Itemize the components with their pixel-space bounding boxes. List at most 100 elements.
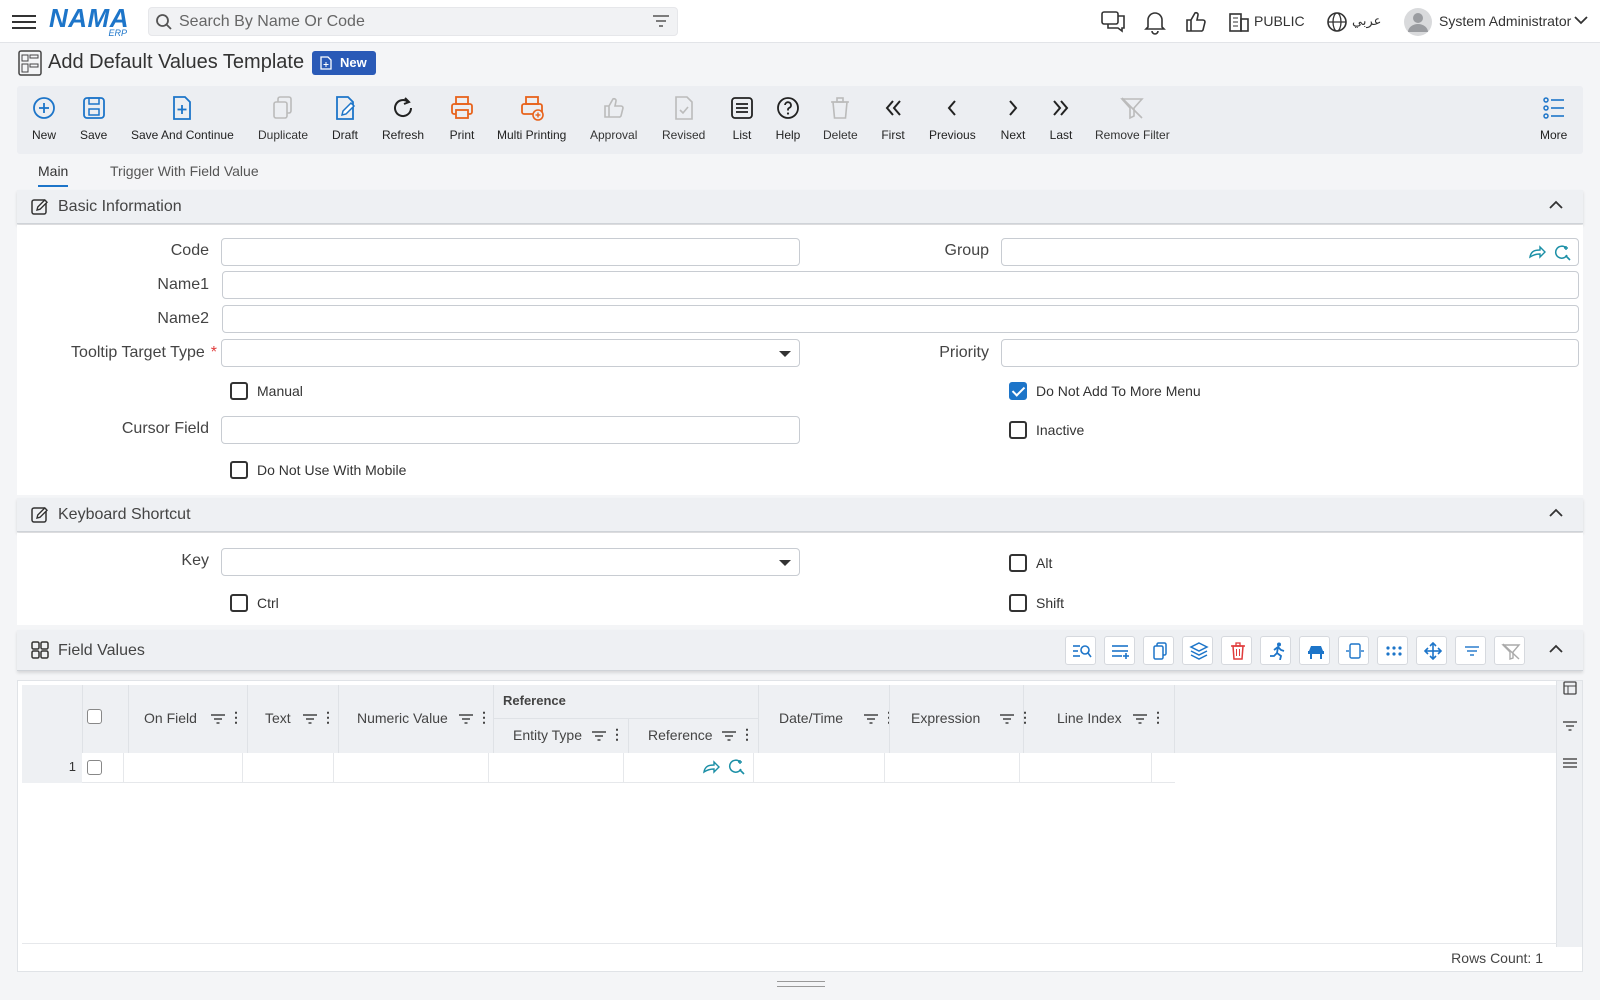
last-record-button[interactable]: Last [1048, 94, 1074, 142]
new-button[interactable]: New [31, 94, 57, 142]
user-name[interactable]: System Administrator [1439, 13, 1571, 29]
group-field[interactable] [1001, 238, 1579, 266]
search-lookup-icon[interactable] [728, 758, 746, 776]
globe-icon[interactable] [1324, 9, 1350, 35]
ctrl-checkbox[interactable]: Ctrl [230, 594, 279, 612]
open-link-icon[interactable] [1528, 245, 1546, 259]
next-record-button[interactable]: Next [1000, 94, 1026, 142]
code-field[interactable] [221, 238, 800, 266]
chevron-down-icon[interactable] [1574, 15, 1588, 25]
shift-checkbox-box[interactable] [1009, 594, 1027, 612]
group-input[interactable] [1002, 239, 1502, 265]
save-button[interactable]: Save [80, 94, 107, 142]
copy-row-button[interactable] [1143, 636, 1174, 665]
resize-handle[interactable] [777, 981, 825, 987]
column-header-expression[interactable]: Expression [911, 710, 980, 726]
column-filter-icon[interactable] [864, 713, 878, 725]
column-filter-icon[interactable] [592, 730, 606, 742]
do-not-use-with-mobile-box[interactable] [230, 461, 248, 479]
search-rows-button[interactable] [1065, 636, 1096, 665]
cell-on-field[interactable] [124, 753, 243, 783]
manual-checkbox[interactable]: Manual [230, 382, 303, 400]
shift-checkbox[interactable]: Shift [1009, 594, 1064, 612]
hamburger-menu-icon[interactable] [12, 11, 36, 31]
notifications-bell-icon[interactable] [1142, 9, 1168, 35]
draft-button[interactable]: Draft [332, 94, 358, 142]
column-filter-icon[interactable] [459, 713, 473, 725]
manual-checkbox-box[interactable] [230, 382, 248, 400]
desk-view-button[interactable] [1299, 636, 1330, 665]
cursor-field[interactable] [221, 416, 800, 444]
more-button[interactable]: More [1540, 94, 1567, 142]
name1-field[interactable] [222, 271, 1579, 299]
code-input[interactable] [222, 239, 799, 265]
filter-icon[interactable] [1563, 720, 1577, 732]
column-header-line-index[interactable]: Line Index [1057, 710, 1122, 726]
delete-row-button[interactable] [1221, 636, 1252, 665]
column-menu-icon[interactable]: ⋮ [229, 709, 243, 726]
dropdown-arrow-icon[interactable] [779, 351, 791, 357]
cell-date-time[interactable] [754, 753, 885, 783]
duplicate-button[interactable]: Duplicate [258, 94, 308, 142]
cell-line-index[interactable] [1020, 753, 1152, 783]
branch-selector[interactable]: PUBLIC [1254, 13, 1305, 29]
delete-button[interactable]: Delete [823, 94, 858, 142]
select-all-checkbox[interactable] [87, 709, 102, 724]
cell-text[interactable] [243, 753, 334, 783]
columns-icon[interactable] [1563, 681, 1577, 695]
row-select-cell[interactable] [82, 753, 124, 783]
dropdown-arrow-icon[interactable] [779, 560, 791, 566]
column-header-entity-type[interactable]: Entity Type [513, 727, 582, 743]
cell-entity-type[interactable] [489, 753, 624, 783]
search-input[interactable] [179, 12, 639, 32]
save-and-continue-button[interactable]: Save And Continue [131, 94, 234, 142]
name2-input[interactable] [223, 306, 1578, 332]
grid-dots-button[interactable] [1377, 636, 1408, 665]
inactive-checkbox-box[interactable] [1009, 421, 1027, 439]
alt-checkbox[interactable]: Alt [1009, 554, 1052, 572]
column-filter-icon[interactable] [722, 730, 736, 742]
column-menu-icon[interactable]: ⋮ [477, 709, 491, 726]
column-menu-icon[interactable]: ⋮ [1018, 709, 1032, 726]
chevron-up-icon[interactable] [1549, 508, 1563, 518]
priority-field[interactable] [1001, 339, 1579, 367]
do-not-add-to-more-menu-box[interactable] [1009, 382, 1027, 400]
column-filter-icon[interactable] [1000, 713, 1014, 725]
multi-printing-button[interactable]: Multi Printing [497, 94, 566, 142]
column-header-on-field[interactable]: On Field [144, 710, 197, 726]
remove-filter-button[interactable]: Remove Filter [1095, 94, 1170, 142]
column-menu-icon[interactable]: ⋮ [610, 726, 624, 743]
alt-checkbox-box[interactable] [1009, 554, 1027, 572]
keyboard-shortcut-header[interactable]: Keyboard Shortcut [17, 498, 1583, 532]
basic-information-header[interactable]: Basic Information [17, 190, 1583, 224]
list-button[interactable]: List [729, 94, 755, 142]
run-action-button[interactable] [1260, 636, 1291, 665]
chat-icon[interactable] [1100, 9, 1126, 35]
logo[interactable]: NAMA ERP [49, 5, 131, 38]
revised-button[interactable]: Revised [662, 94, 705, 142]
do-not-use-with-mobile-checkbox[interactable]: Do Not Use With Mobile [230, 461, 406, 479]
do-not-add-to-more-menu-checkbox[interactable]: Do Not Add To More Menu [1009, 382, 1201, 400]
tooltip-target-type-input[interactable] [222, 340, 799, 366]
column-filter-icon[interactable] [1133, 713, 1147, 725]
column-header-reference[interactable]: Reference [648, 727, 713, 743]
move-button[interactable] [1416, 636, 1447, 665]
user-avatar-icon[interactable] [1403, 7, 1433, 37]
ctrl-checkbox-box[interactable] [230, 594, 248, 612]
column-menu-icon[interactable]: ⋮ [1151, 709, 1165, 726]
column-header-date-time[interactable]: Date/Time [779, 710, 843, 726]
approval-button[interactable]: Approval [590, 94, 637, 142]
previous-record-button[interactable]: Previous [929, 94, 976, 142]
chevron-up-icon[interactable] [1549, 644, 1563, 654]
search-lookup-icon[interactable] [1554, 244, 1572, 262]
first-record-button[interactable]: First [880, 94, 906, 142]
name1-input[interactable] [223, 272, 1578, 298]
thumbs-up-icon[interactable] [1183, 9, 1209, 35]
inactive-checkbox[interactable]: Inactive [1009, 421, 1084, 439]
cell-numeric-value[interactable] [334, 753, 489, 783]
name2-field[interactable] [222, 305, 1579, 333]
column-filter-icon[interactable] [211, 713, 225, 725]
tooltip-target-type-select[interactable] [221, 339, 800, 367]
refresh-button[interactable]: Refresh [382, 94, 424, 142]
layers-button[interactable] [1182, 636, 1213, 665]
